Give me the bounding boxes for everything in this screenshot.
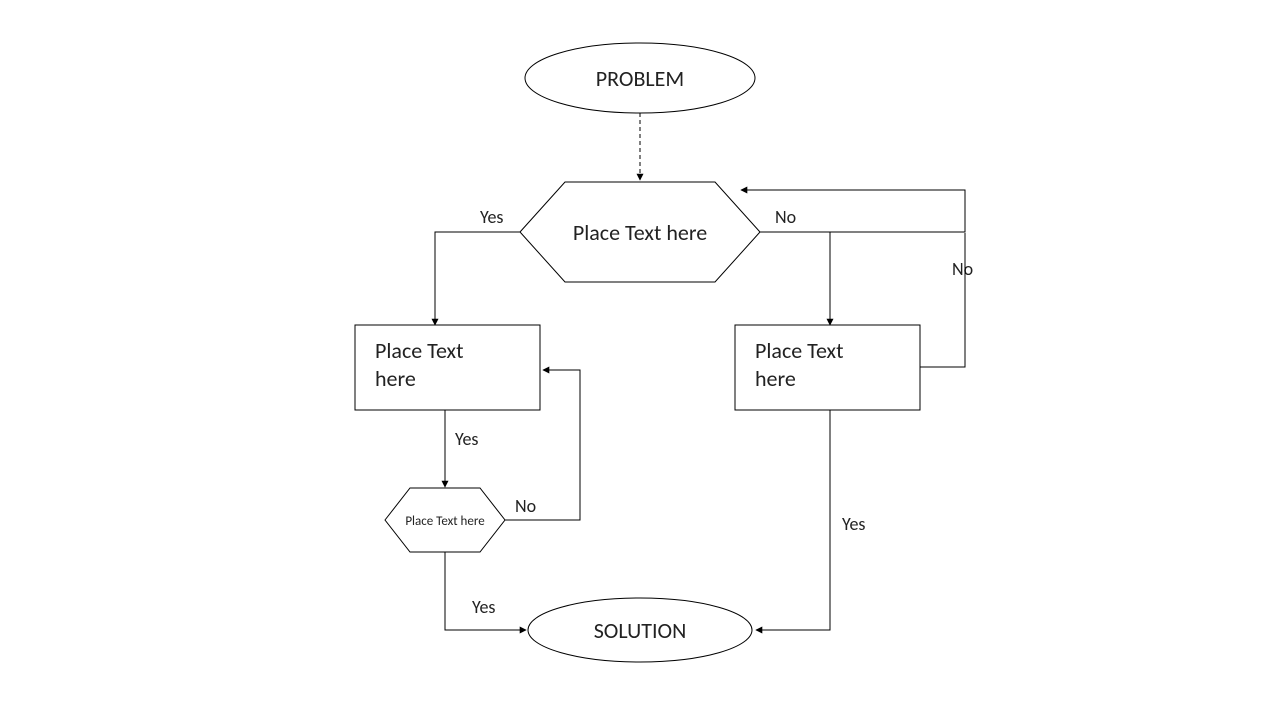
edge-label-yes2: Yes (455, 428, 478, 450)
decision-label: Place Text here (573, 219, 707, 246)
edge-label-no2: No (515, 495, 536, 517)
edge-right-yes-to-solution (756, 410, 830, 630)
process-right-label-l1: Place Text (755, 337, 844, 364)
solution-label: SOLUTION (594, 617, 687, 644)
flowchart-canvas: PROBLEM Place Text here No Yes No Place … (0, 0, 1280, 720)
process-left-label-l1: Place Text (375, 337, 464, 364)
edge-right-no-up (920, 233, 965, 367)
edge-label-no-feedback: No (952, 258, 973, 280)
edge-label-yes4: Yes (472, 596, 495, 618)
edge-label-no1: No (775, 206, 796, 228)
problem-label: PROBLEM (596, 65, 684, 92)
process-right-label-l2: here (755, 365, 796, 392)
edge-decision-no (760, 232, 830, 325)
edge-small-yes-to-solution (445, 552, 526, 630)
edge-label-yes1: Yes (480, 206, 503, 228)
edge-decision-yes (435, 232, 520, 325)
edge-label-yes3: Yes (842, 513, 865, 535)
process-left-label-l2: here (375, 365, 416, 392)
small-decision-label: Place Text here (405, 514, 484, 529)
